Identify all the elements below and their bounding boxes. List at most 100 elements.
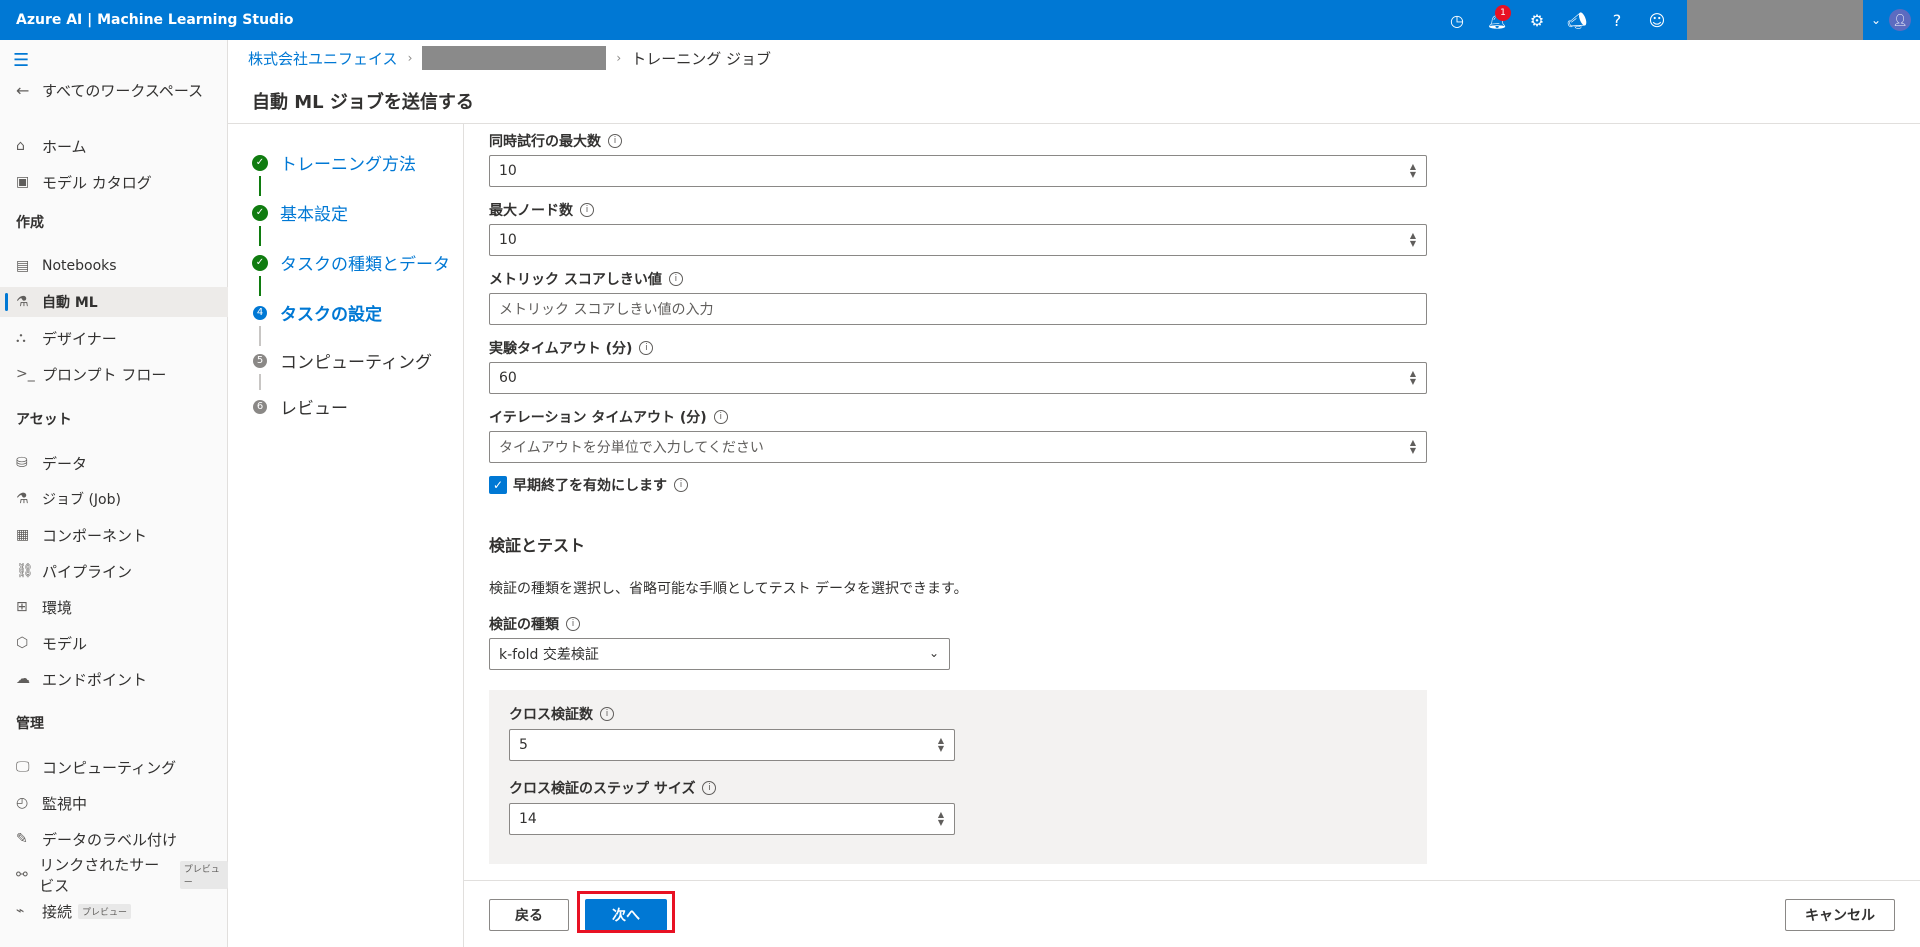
input-value: 10 <box>499 163 517 179</box>
all-workspaces-link[interactable]: ← すべてのワークスペース <box>16 80 203 101</box>
step-task-type-data[interactable]: ✓ タスクの種類とデータ <box>252 250 450 275</box>
nav-item-jobs[interactable]: ⚗ ジョブ (Job) <box>0 484 228 514</box>
notification-badge: 1 <box>1495 5 1511 21</box>
nav-item-models[interactable]: ⬡ モデル <box>0 628 228 658</box>
nav-item-label: デザイナー <box>42 329 117 348</box>
nav-item-pipelines[interactable]: ⛓ パイプライン <box>0 556 228 586</box>
validation-type-label: 検証の種類 i <box>489 614 580 634</box>
chevron-down-icon[interactable]: ⌄ <box>1863 0 1889 40</box>
hamburger-menu-icon[interactable]: ☰ <box>13 50 29 71</box>
cv-step-input[interactable]: 14 ▲ ▼ <box>509 803 955 835</box>
nav-item-components[interactable]: ▦ コンポーネント <box>0 520 228 550</box>
info-icon[interactable]: i <box>639 341 654 355</box>
info-icon[interactable]: i <box>566 617 580 631</box>
max-concurrent-input[interactable]: 10 ▲ ▼ <box>489 155 1427 187</box>
iteration-timeout-input[interactable]: タイムアウトを分単位で入力してください ▲ ▼ <box>489 431 1427 463</box>
nav-section-manage: 管理 <box>16 716 44 732</box>
step-number: 5 <box>253 353 267 368</box>
nav-item-home[interactable]: ⌂ ホーム <box>0 131 228 161</box>
cv-count-input[interactable]: 5 ▲ ▼ <box>509 729 955 761</box>
nav-item-data[interactable]: ⛁ データ <box>0 448 228 478</box>
step-compute[interactable]: 5 コンピューティング <box>252 348 432 373</box>
select-value: k-fold 交差検証 <box>499 647 599 663</box>
spinner-icon[interactable]: ▲ ▼ <box>1406 231 1420 249</box>
spinner-icon[interactable]: ▲ ▼ <box>1406 369 1420 387</box>
info-icon[interactable]: i <box>580 203 594 217</box>
megaphone-icon[interactable]: 📣︎ <box>1557 0 1597 40</box>
early-stop-label: 早期終了を有効にします <box>513 478 667 494</box>
input-value: 5 <box>519 737 528 753</box>
wizard-steps: ✓ トレーニング方法 ✓ 基本設定 ✓ タスクの種類とデータ 4 タスクの設定 … <box>228 124 464 947</box>
info-icon[interactable]: i <box>600 707 614 721</box>
nav-item-endpoints[interactable]: ☁ エンドポイント <box>0 664 228 694</box>
bell-icon[interactable]: 🔔︎ 1 <box>1477 0 1517 40</box>
smiley-icon[interactable]: ☺ <box>1637 0 1677 40</box>
pipeline-icon: ⛓ <box>16 563 34 579</box>
early-stop-checkbox-row[interactable]: ✓ 早期終了を有効にします i <box>489 475 688 495</box>
avatar-icon[interactable]: 👤︎ <box>1889 9 1911 31</box>
nav-item-label: モデル カタログ <box>42 173 152 192</box>
nav-item-connections[interactable]: ⌁ 接続 プレビュー <box>0 896 228 926</box>
step-task-settings[interactable]: 4 タスクの設定 <box>252 300 382 325</box>
input-placeholder: タイムアウトを分単位で入力してください <box>499 440 764 456</box>
history-icon[interactable]: ◷ <box>1437 0 1477 40</box>
cube-icon: ⬡ <box>16 635 29 651</box>
field-label-text: イテレーション タイムアウト (分) <box>489 410 707 426</box>
back-button[interactable]: 戻る <box>489 899 569 931</box>
input-value: 60 <box>499 370 517 386</box>
nav-item-data-labeling[interactable]: ✎ データのラベル付け <box>0 824 228 854</box>
spinner-icon[interactable]: ▲ ▼ <box>934 736 948 754</box>
cancel-button[interactable]: キャンセル <box>1785 899 1895 931</box>
nav-item-automl[interactable]: ⚗ 自動 ML <box>0 287 228 317</box>
cv-step-label: クロス検証のステップ サイズ i <box>509 778 717 798</box>
breadcrumb-org-link[interactable]: 株式会社ユニフェイス <box>248 48 398 69</box>
validation-type-select[interactable]: k-fold 交差検証 ⌄ <box>489 638 950 670</box>
preview-tag: プレビュー <box>179 861 229 889</box>
nav-item-prompt-flow[interactable]: >_ プロンプト フロー <box>0 359 228 389</box>
step-training-method[interactable]: ✓ トレーニング方法 <box>252 150 416 175</box>
nav-item-monitoring[interactable]: ◴ 監視中 <box>0 788 228 818</box>
checkbox-checked-icon[interactable]: ✓ <box>489 476 507 494</box>
experiment-timeout-label: 実験タイムアウト (分) i <box>489 338 654 358</box>
account-name-redacted[interactable] <box>1687 0 1863 40</box>
nav-item-label: 自動 ML <box>42 295 98 311</box>
info-icon[interactable]: i <box>608 134 622 148</box>
nav-item-notebooks[interactable]: ▤ Notebooks <box>0 251 228 281</box>
nav-item-label: ホーム <box>42 137 87 156</box>
flask-icon: ⚗ <box>16 491 29 507</box>
spinner-icon[interactable]: ▲ ▼ <box>934 810 948 828</box>
nav-item-label: プロンプト フロー <box>42 365 167 384</box>
check-icon: ✓ <box>252 254 268 271</box>
gear-icon[interactable]: ⚙ <box>1517 0 1557 40</box>
data-icon: ⛁ <box>16 455 28 471</box>
field-label-text: クロス検証のステップ サイズ <box>509 781 696 797</box>
spinner-icon[interactable]: ▲ ▼ <box>1406 162 1420 180</box>
breadcrumb-workspace-redacted[interactable] <box>422 46 607 70</box>
experiment-timeout-input[interactable]: 60 ▲ ▼ <box>489 362 1427 394</box>
nav-item-environments[interactable]: ⊞ 環境 <box>0 592 228 622</box>
info-icon[interactable]: i <box>674 478 688 492</box>
arrow-left-icon: ← <box>16 81 30 100</box>
nav-item-label: データ <box>42 454 88 473</box>
metric-threshold-input[interactable]: メトリック スコアしきい値の入力 <box>489 293 1427 325</box>
nav-item-compute[interactable]: 🖵︎ コンピューティング <box>0 752 228 782</box>
step-review[interactable]: 6 レビュー <box>252 394 348 419</box>
max-nodes-input[interactable]: 10 ▲ ▼ <box>489 224 1427 256</box>
step-basic-settings[interactable]: ✓ 基本設定 <box>252 200 348 225</box>
nav-item-label: 接続 <box>42 902 73 921</box>
nav-item-designer[interactable]: ⛬ デザイナー <box>0 323 228 353</box>
nav-item-model-catalog[interactable]: ▣ モデル カタログ <box>0 167 228 197</box>
step-connector <box>259 176 261 196</box>
breadcrumb: 株式会社ユニフェイス › › トレーニング ジョブ <box>248 46 771 70</box>
info-icon[interactable]: i <box>668 272 683 286</box>
nav-item-label: ジョブ (Job) <box>42 492 121 508</box>
info-icon[interactable]: i <box>702 781 717 795</box>
info-icon[interactable]: i <box>713 410 728 424</box>
app-title[interactable]: Azure AI | Machine Learning Studio <box>0 12 1437 28</box>
input-value: 14 <box>519 811 537 827</box>
step-connector <box>259 226 261 246</box>
nav-item-linked-services[interactable]: ⚯ リンクされたサービス プレビュー <box>0 856 229 895</box>
help-icon[interactable]: ? <box>1597 0 1637 40</box>
step-connector <box>259 326 261 346</box>
spinner-icon[interactable]: ▲ ▼ <box>1406 438 1420 456</box>
